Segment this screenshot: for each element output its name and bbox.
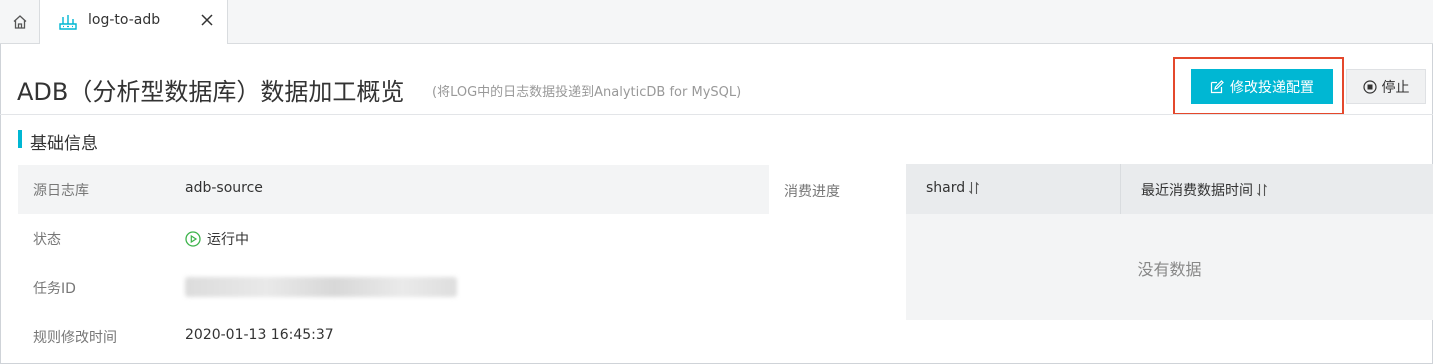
column-separator <box>1120 164 1121 214</box>
section-accent-bar <box>18 130 22 148</box>
close-icon[interactable] <box>199 12 215 28</box>
column-label-last-time: 最近消费数据时间 <box>1141 183 1253 199</box>
stop-button-label: 停止 <box>1381 79 1410 96</box>
stop-icon <box>1362 79 1377 94</box>
progress-table: shard 最近消费数据时间 没有数据 <box>906 164 1433 320</box>
page-subtitle: (将LOG中的日志数据投递到AnalyticDB for MySQL) <box>432 85 742 100</box>
home-button[interactable] <box>0 0 40 43</box>
modified-label: 规则修改时间 <box>33 330 117 346</box>
column-header-last-time[interactable]: 最近消费数据时间 <box>1141 180 1268 200</box>
sort-icon <box>969 181 980 195</box>
header-divider <box>0 114 1433 115</box>
edit-icon <box>1210 79 1224 93</box>
task-id-redacted <box>185 277 457 297</box>
empty-state-text: 没有数据 <box>1137 260 1202 279</box>
source-value: adb-source <box>185 180 263 196</box>
table-header: shard 最近消费数据时间 <box>906 164 1433 214</box>
sort-icon <box>1257 183 1267 197</box>
modified-value: 2020-01-13 16:45:37 <box>185 327 334 343</box>
section-title: 基础信息 <box>30 134 98 154</box>
task-id-label: 任务ID <box>33 281 76 297</box>
info-row-source: 源日志库 adb-source <box>18 165 769 214</box>
progress-label: 消费进度 <box>784 184 840 200</box>
status-value: 运行中 <box>185 229 249 249</box>
tab-bar: log-to-adb <box>0 0 1433 44</box>
table-body: 没有数据 <box>906 214 1433 320</box>
page-title: ADB（分析型数据库）数据加工概览 <box>17 78 405 106</box>
status-text: 运行中 <box>207 232 249 248</box>
info-row-status: 状态 运行中 <box>18 214 769 263</box>
column-label-shard: shard <box>926 180 966 196</box>
column-header-shard[interactable]: shard <box>926 180 980 196</box>
tab-log-to-adb[interactable]: log-to-adb <box>40 0 228 44</box>
home-icon <box>13 14 26 29</box>
info-row-task-id: 任务ID <box>18 263 769 312</box>
tab-label: log-to-adb <box>88 12 161 28</box>
stop-button[interactable]: 停止 <box>1346 69 1426 104</box>
edit-delivery-config-button[interactable]: 修改投递配置 <box>1191 69 1333 104</box>
info-row-modified: 规则修改时间 2020-01-13 16:45:37 <box>18 312 769 361</box>
running-icon <box>185 231 201 247</box>
adb-icon <box>59 15 77 30</box>
source-label: 源日志库 <box>33 183 89 199</box>
edit-button-label: 修改投递配置 <box>1230 79 1314 96</box>
status-label: 状态 <box>33 232 61 248</box>
